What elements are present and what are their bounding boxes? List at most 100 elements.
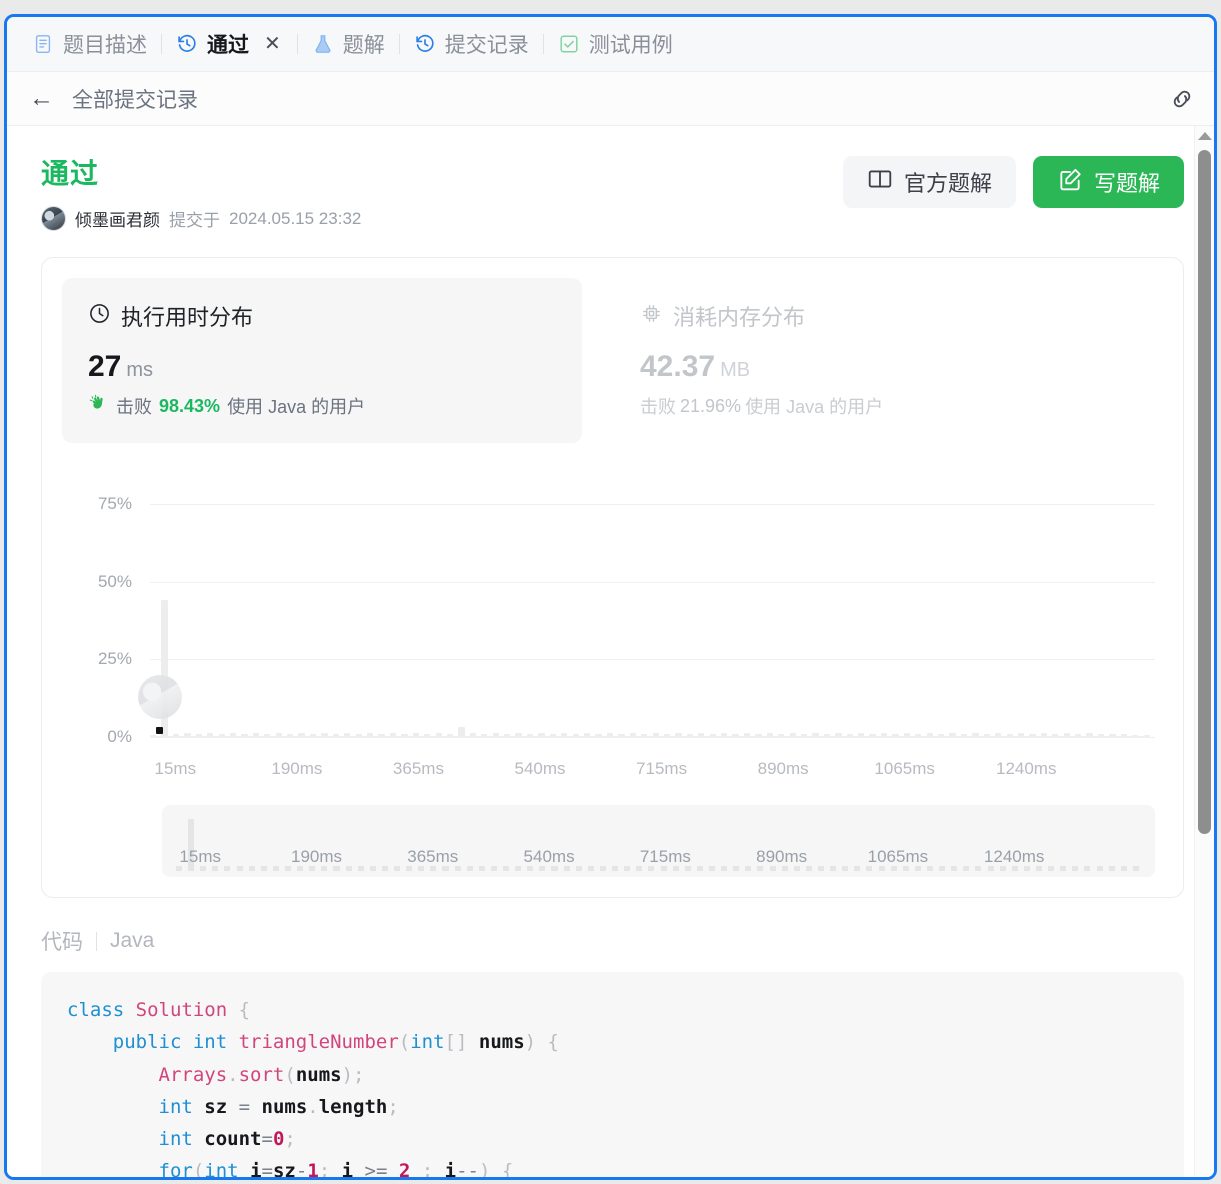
sub-header: ← 全部提交记录 xyxy=(7,72,1214,126)
code-token: ) { xyxy=(524,1031,559,1054)
tab-separator xyxy=(542,34,544,54)
tab-1[interactable]: 题目描述 xyxy=(21,24,158,64)
runtime-beat-suffix: 使用 Java 的用户 xyxy=(227,397,366,417)
vertical-scrollbar[interactable] xyxy=(1194,126,1214,1177)
memory-beat-row: 击败 21.96% 使用 Java 的用户 xyxy=(640,393,1116,419)
code-token: sz xyxy=(272,1160,296,1180)
code-section-header: 代码 Java xyxy=(41,926,1184,956)
memory-unit: MB xyxy=(720,359,751,381)
code-token: i xyxy=(341,1160,365,1180)
book-icon xyxy=(867,166,893,198)
memory-value: 42.37 MB xyxy=(640,350,1116,384)
link-icon[interactable] xyxy=(1168,85,1196,113)
code-token: Solution xyxy=(135,999,228,1021)
code-token: - xyxy=(295,1160,308,1180)
history-icon xyxy=(414,33,436,55)
chart-range-slider[interactable]: 15ms 190ms 365ms 540ms 715ms 890ms 1065ms 1240m… xyxy=(162,805,1155,877)
official-solution-label: 官方题解 xyxy=(903,171,992,196)
avatar[interactable] xyxy=(41,206,66,231)
code-token: count xyxy=(204,1128,262,1151)
submission-detail-content: 通过 倾墨画君颜 提交于 2024.05.15 23:32 官方题解 写题解 执… xyxy=(7,126,1214,1180)
y-axis-tick: 0% xyxy=(107,727,132,746)
code-token: Arrays xyxy=(158,1063,228,1086)
edit-icon xyxy=(1057,166,1083,198)
runtime-beat-prefix: 击败 xyxy=(116,397,152,417)
range-label: 190ms xyxy=(290,847,343,866)
code-line: for(int i=sz-1; i >= 2 ; i--) { xyxy=(67,1155,1158,1180)
code-token: ); xyxy=(341,1063,365,1086)
memory-stat-title: 消耗内存分布 xyxy=(673,305,806,330)
runtime-number: 27 xyxy=(88,350,122,383)
code-token: = xyxy=(261,1128,273,1151)
clap-icon xyxy=(88,393,109,419)
user-position-avatar[interactable] xyxy=(138,675,183,719)
scroll-up-arrow[interactable] xyxy=(1197,132,1212,140)
code-token: { xyxy=(227,999,251,1021)
code-token: nums xyxy=(261,1095,308,1118)
code-line: int sz = nums.length; xyxy=(67,1091,1158,1123)
write-solution-button[interactable]: 写题解 xyxy=(1032,156,1184,208)
stats-panel: 执行用时分布 27 ms 击败 98.43% 使用 Java 的用户 消耗内存分… xyxy=(41,257,1184,898)
code-token: int xyxy=(158,1095,205,1118)
runtime-stat-title: 执行用时分布 xyxy=(121,305,254,330)
code-line: class Solution { xyxy=(67,994,1158,1026)
tab-4[interactable]: 提交记录 xyxy=(403,24,540,64)
flask-icon xyxy=(312,33,334,55)
chart-canvas xyxy=(138,465,1163,755)
tab-separator xyxy=(161,34,162,54)
runtime-stat-card[interactable]: 执行用时分布 27 ms 击败 98.43% 使用 Java 的用户 xyxy=(62,278,582,443)
write-solution-label: 写题解 xyxy=(1093,171,1160,196)
tab-5[interactable]: 测试用例 xyxy=(547,24,684,64)
back-button[interactable]: ← xyxy=(23,84,60,113)
x-axis-tick: 540ms xyxy=(514,759,566,778)
tab-separator xyxy=(398,34,400,54)
code-token: = xyxy=(238,1095,262,1118)
code-block[interactable]: class Solution { public int triangleNumb… xyxy=(41,972,1184,1180)
code-token: ) { xyxy=(479,1160,514,1180)
submitter-info: 倾墨画君颜 提交于 2024.05.15 23:32 xyxy=(41,206,843,231)
x-axis-tick: 15ms xyxy=(154,759,197,778)
memory-beat-prefix: 击败 xyxy=(640,397,676,417)
user-position-marker xyxy=(155,727,163,734)
code-token: ; xyxy=(387,1095,399,1118)
code-token: class xyxy=(67,999,136,1021)
tab-3[interactable]: 题解 xyxy=(301,24,396,64)
runtime-distribution-chart[interactable]: 0% 25% 50% 75% 15ms 190ms 365ms 540ms 715ms 890m… xyxy=(62,465,1163,877)
username[interactable]: 倾墨画君颜 xyxy=(75,206,160,231)
runtime-value: 27 ms xyxy=(88,350,556,384)
submission-summary: 通过 倾墨画君颜 提交于 2024.05.15 23:32 xyxy=(41,152,843,231)
chart-x-axis: 15ms 190ms 365ms 540ms 715ms 890ms 1065ms 1240m… xyxy=(150,759,1163,789)
range-label: 1240ms xyxy=(983,847,1045,866)
code-token: -- xyxy=(456,1160,479,1180)
tab-close-icon[interactable]: ✕ xyxy=(262,34,283,54)
document-icon xyxy=(32,33,54,55)
code-token: 2 xyxy=(398,1160,411,1180)
tab-2[interactable]: 通过 ✕ xyxy=(165,24,294,64)
code-token: ( xyxy=(398,1031,411,1054)
scroll-thumb[interactable] xyxy=(1198,150,1211,834)
memory-beat-percent: 21.96% xyxy=(680,395,742,416)
official-solution-button[interactable]: 官方题解 xyxy=(842,156,1016,208)
code-token: = xyxy=(261,1160,273,1180)
x-axis-tick: 715ms xyxy=(636,759,688,778)
code-token: i xyxy=(444,1160,457,1180)
page-title: 全部提交记录 xyxy=(72,88,198,112)
range-label: 1065ms xyxy=(867,847,929,866)
memory-stat-card[interactable]: 消耗内存分布 42.37 MB 击败 21.96% 使用 Java 的用户 xyxy=(622,278,1142,443)
x-axis-tick: 1065ms xyxy=(874,759,935,778)
code-token: ; xyxy=(284,1128,296,1151)
code-token: length xyxy=(318,1095,388,1118)
tab-label: 题目描述 xyxy=(63,34,147,57)
code-token: ; xyxy=(318,1160,342,1180)
code-token: nums xyxy=(295,1063,342,1086)
code-language: Java xyxy=(110,929,155,952)
history-icon xyxy=(176,33,198,55)
submitted-prefix: 提交于 xyxy=(169,211,220,230)
chart-y-axis: 0% 25% 50% 75% xyxy=(74,465,140,755)
code-token: [] xyxy=(444,1031,479,1054)
x-axis-tick: 190ms xyxy=(271,759,323,778)
tab-label: 通过 xyxy=(207,34,249,57)
code-token: for xyxy=(158,1160,193,1180)
